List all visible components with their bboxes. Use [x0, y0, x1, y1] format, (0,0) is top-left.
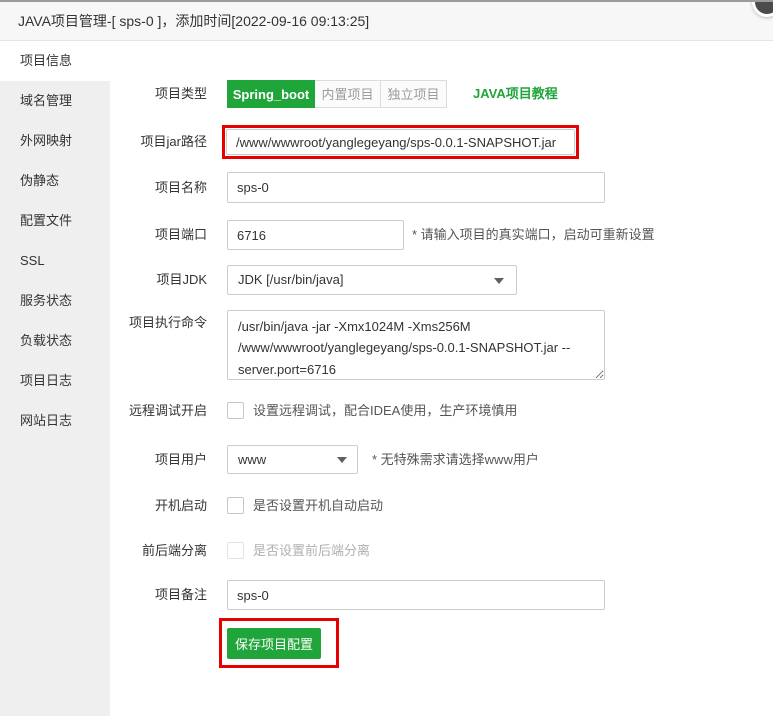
type-springboot-button[interactable]: Spring_boot	[227, 80, 315, 108]
type-standalone-button[interactable]: 独立项目	[381, 80, 447, 108]
project-name-input[interactable]	[227, 172, 605, 203]
autostart-checkbox[interactable]	[227, 497, 244, 514]
project-user-select[interactable]: www	[227, 445, 358, 474]
sidebar-item-domain-manage[interactable]: 域名管理	[0, 81, 110, 121]
project-note-label: 项目备注	[110, 580, 207, 610]
jdk-select[interactable]: JDK [/usr/bin/java]	[227, 265, 517, 295]
sidebar-item-config-file[interactable]: 配置文件	[0, 201, 110, 241]
port-hint-text: * 请输入项目的真实端口，启动可重新设置	[412, 220, 655, 250]
dialog-titlebar: JAVA项目管理-[ sps-0 ]，添加时间[2022-09-16 09:13…	[0, 2, 773, 41]
project-user-label: 项目用户	[110, 445, 207, 474]
sidebar-item-external-mapping[interactable]: 外网映射	[0, 121, 110, 161]
remote-debug-checkbox[interactable]	[227, 402, 244, 419]
separation-text: 是否设置前后端分离	[253, 542, 370, 560]
annotation-highlight-jar-path	[222, 125, 579, 159]
project-jdk-label: 项目JDK	[110, 265, 207, 295]
chevron-down-icon	[494, 278, 504, 284]
project-port-input[interactable]	[227, 220, 404, 250]
user-hint-text: * 无特殊需求请选择www用户	[372, 445, 539, 474]
remote-debug-text: 设置远程调试，配合IDEA使用，生产环境慎用	[253, 402, 517, 420]
sidebar-item-url-rewrite[interactable]: 伪静态	[0, 161, 110, 201]
jdk-selected-value: JDK [/usr/bin/java]	[238, 272, 344, 287]
autostart-label: 开机启动	[110, 497, 207, 515]
project-type-label: 项目类型	[110, 80, 207, 108]
project-type-button-group: Spring_boot 内置项目 独立项目	[227, 80, 447, 108]
java-tutorial-link[interactable]: JAVA项目教程	[473, 80, 558, 108]
exec-command-label: 项目执行命令	[110, 310, 207, 336]
project-user-selected-value: www	[238, 452, 266, 467]
exec-command-textarea[interactable]: /usr/bin/java -jar -Xmx1024M -Xms256M /w…	[227, 310, 605, 380]
sidebar-item-load-status[interactable]: 负载状态	[0, 321, 110, 361]
project-port-label: 项目端口	[110, 220, 207, 250]
chevron-down-icon	[337, 457, 347, 463]
sidebar: 项目信息 域名管理 外网映射 伪静态 配置文件 SSL 服务状态 负载状态 项目…	[0, 41, 110, 716]
separation-label: 前后端分离	[110, 542, 207, 560]
sidebar-item-service-status[interactable]: 服务状态	[0, 281, 110, 321]
jar-path-input[interactable]	[226, 129, 575, 155]
dialog-title: JAVA项目管理-[ sps-0 ]，添加时间[2022-09-16 09:13…	[18, 2, 369, 40]
sidebar-item-project-log[interactable]: 项目日志	[0, 361, 110, 401]
sidebar-item-project-info[interactable]: 项目信息	[0, 41, 110, 81]
sidebar-item-site-log[interactable]: 网站日志	[0, 401, 110, 441]
separation-checkbox[interactable]	[227, 542, 244, 559]
project-note-input[interactable]	[227, 580, 605, 610]
save-project-config-button[interactable]: 保存项目配置	[227, 628, 321, 659]
jar-path-label: 项目jar路径	[110, 125, 207, 159]
type-builtin-button[interactable]: 内置项目	[315, 80, 381, 108]
autostart-text: 是否设置开机自动启动	[253, 497, 383, 515]
sidebar-item-ssl[interactable]: SSL	[0, 241, 110, 281]
java-project-manager-dialog: JAVA项目管理-[ sps-0 ]，添加时间[2022-09-16 09:13…	[0, 0, 773, 716]
remote-debug-label: 远程调试开启	[110, 402, 207, 420]
project-name-label: 项目名称	[110, 172, 207, 203]
